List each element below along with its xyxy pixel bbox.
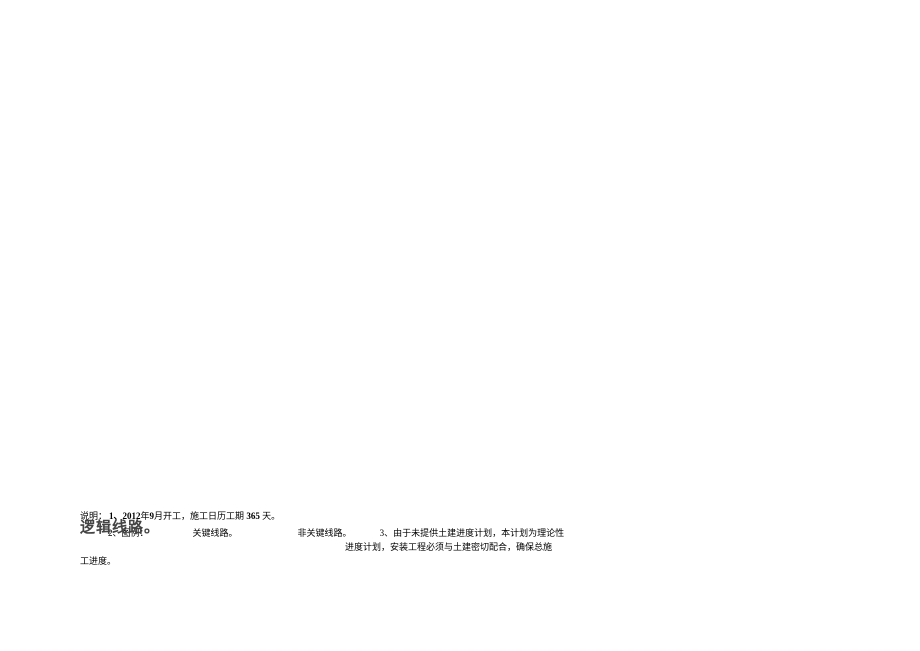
item1-days-unit: 天。 — [262, 511, 280, 521]
item3-text-c: 工进度。 — [80, 556, 116, 566]
item3-text-a: 由于未提供土建进度计划，本计划为理论性 — [393, 528, 564, 538]
page-title-overlay: 逻辑线路。 — [80, 516, 160, 537]
note-line-4: 工进度。 — [80, 554, 116, 567]
item3-text-b: 进度计划，安装工程必须与土建密切配合，确保总施 — [345, 542, 552, 552]
item2-critical: 关键线路。 — [193, 528, 238, 538]
item1-days: 365 — [246, 511, 260, 521]
item3-num: 3、 — [380, 528, 394, 538]
note-line-1: 说明：1、2012年9月开工，施工日历工期 365 天。 — [80, 510, 680, 523]
item1-rest: 月开工，施工日历工期 — [154, 511, 244, 521]
notes-block: 说明：1、2012年9月开工，施工日历工期 365 天。 2、图例：关键线路。非… — [80, 510, 680, 554]
note-line-2: 2、图例：关键线路。非关键线路。3、由于未提供土建进度计划，本计划为理论性 — [80, 527, 680, 540]
note-line-3: 进度计划，安装工程必须与土建密切配合，确保总施 — [80, 541, 680, 554]
item2-noncritical: 非关键线路。 — [298, 528, 352, 538]
